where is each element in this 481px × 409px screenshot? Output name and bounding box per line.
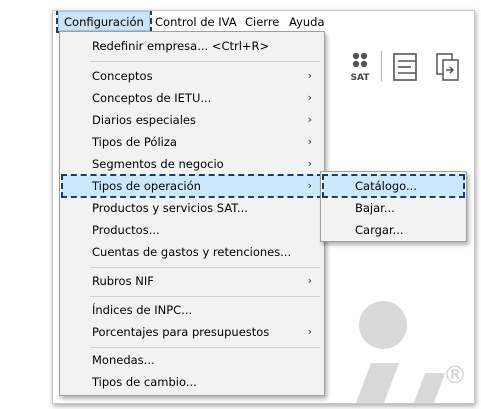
chevron-right-icon: ›	[307, 157, 312, 170]
menu-bar: Configuración Control de IVA Cierre Ayud…	[53, 11, 474, 33]
menu-item-label: Productos y servicios SAT...	[92, 201, 248, 215]
chevron-right-icon: ›	[307, 135, 312, 148]
menu-item-indices-inpc[interactable]: Índices de INPC...	[62, 299, 322, 321]
chevron-right-icon: ›	[307, 69, 312, 82]
menu-item-label: Productos...	[92, 223, 160, 237]
menu-item-label: Redefinir empresa... <Ctrl+R>	[92, 39, 270, 53]
menu-item-productos[interactable]: Productos...	[62, 219, 322, 241]
menu-item-label: Conceptos	[92, 69, 153, 83]
menu-item-label: Índices de INPC...	[92, 303, 193, 317]
app-logo: ®	[333, 301, 474, 403]
registered-mark: ®	[443, 361, 467, 389]
submenu-item-bajar[interactable]: Bajar...	[323, 197, 464, 219]
menu-item-porcentajes-presupuestos[interactable]: Porcentajes para presupuestos ›	[62, 321, 322, 343]
menu-item-label: Rubros NIF	[92, 274, 154, 288]
menu-item-conceptos-ietu[interactable]: Conceptos de IETU... ›	[62, 87, 322, 109]
menu-item-label: Tipos de cambio...	[92, 375, 197, 389]
submenu-item-cargar[interactable]: Cargar...	[323, 219, 464, 241]
chevron-right-icon: ›	[307, 113, 312, 126]
chevron-right-icon: ›	[307, 179, 312, 192]
chevron-right-icon: ›	[307, 325, 312, 338]
configuracion-dropdown: Redefinir empresa... <Ctrl+R> Conceptos …	[59, 31, 325, 396]
toolbar: SAT	[323, 43, 474, 93]
menu-configuracion[interactable]: Configuración	[56, 11, 152, 33]
menu-item-segmentos-negocio[interactable]: Segmentos de negocio ›	[62, 153, 322, 175]
toolbar-separator	[381, 51, 382, 81]
menu-item-tipos-poliza[interactable]: Tipos de Póliza ›	[62, 131, 322, 153]
menu-item-label: Tipos de Póliza	[92, 135, 177, 149]
transfer-doc-button[interactable]	[433, 51, 463, 83]
transfer-doc-icon	[436, 53, 459, 81]
document-lines-button[interactable]	[391, 51, 421, 83]
chevron-right-icon: ›	[307, 91, 312, 104]
submenu-item-label: Cargar...	[355, 223, 404, 237]
menu-item-label: Porcentajes para presupuestos	[92, 325, 270, 339]
menu-separator	[90, 296, 320, 297]
menu-item-conceptos[interactable]: Conceptos ›	[62, 65, 322, 87]
menu-item-label: Monedas...	[92, 353, 155, 367]
menu-separator	[90, 347, 320, 348]
menu-cierre[interactable]: Cierre	[245, 14, 279, 30]
submenu-item-label: Bajar...	[355, 201, 395, 215]
tipos-operacion-submenu: Catálogo... Bajar... Cargar...	[320, 171, 467, 242]
menu-ayuda[interactable]: Ayuda	[289, 14, 325, 30]
menu-item-tipos-cambio[interactable]: Tipos de cambio...	[62, 371, 322, 393]
menu-item-label: Segmentos de negocio	[92, 157, 224, 171]
chevron-right-icon: ›	[307, 274, 312, 287]
menu-item-tipos-operacion[interactable]: Tipos de operación ›	[61, 174, 323, 198]
menu-item-productos-servicios-sat[interactable]: Productos y servicios SAT...	[62, 197, 322, 219]
submenu-item-label: Catálogo...	[355, 179, 417, 193]
menu-item-label: Conceptos de IETU...	[92, 91, 212, 105]
menu-separator	[90, 267, 320, 268]
menu-item-label: Diarios especiales	[92, 113, 196, 127]
menu-item-rubros-nif[interactable]: Rubros NIF ›	[62, 270, 322, 292]
menu-item-cuentas-gastos-retenciones[interactable]: Cuentas de gastos y retenciones...	[62, 241, 322, 263]
menu-item-monedas[interactable]: Monedas...	[62, 349, 322, 371]
sat-button[interactable]: SAT	[345, 47, 375, 87]
menu-control-de-iva[interactable]: Control de IVA	[155, 14, 237, 30]
menu-item-diarios-especiales[interactable]: Diarios especiales ›	[62, 109, 322, 131]
document-lines-icon	[393, 53, 417, 81]
menu-separator	[90, 61, 320, 62]
sat-label: SAT	[350, 73, 370, 83]
submenu-item-catalogo[interactable]: Catálogo...	[322, 174, 465, 198]
menu-item-label: Tipos de operación	[92, 179, 201, 193]
menu-item-label: Cuentas de gastos y retenciones...	[92, 245, 292, 259]
menu-item-redefinir-empresa[interactable]: Redefinir empresa... <Ctrl+R>	[62, 35, 322, 57]
